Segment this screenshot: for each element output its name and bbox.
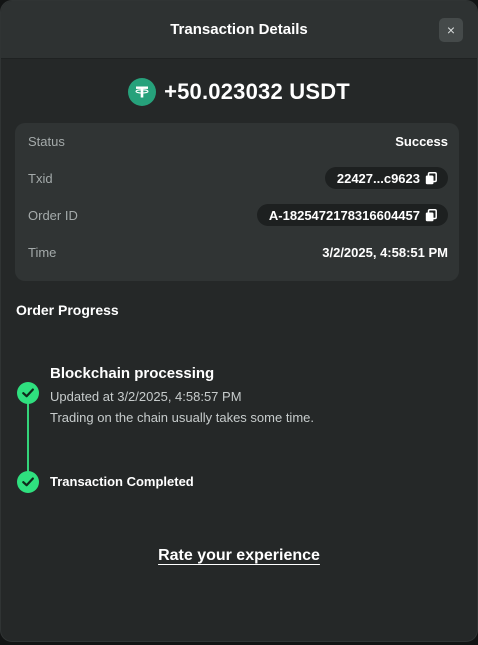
close-button[interactable]: × xyxy=(439,18,463,42)
time-label: Time xyxy=(28,244,57,260)
check-icon xyxy=(17,471,39,493)
check-icon xyxy=(17,382,39,404)
step-updated-time: Updated at 3/2/2025, 4:58:57 PM xyxy=(50,389,242,404)
amount-row: +50.023032 USDT xyxy=(1,78,477,106)
txid-label: Txid xyxy=(28,170,53,186)
details-card: Status Success Txid 22427...c9623 Order … xyxy=(15,123,459,281)
time-row: Time 3/2/2025, 4:58:51 PM xyxy=(28,241,448,263)
txid-value: 22427...c9623 xyxy=(336,170,420,186)
status-label: Status xyxy=(28,133,65,149)
transaction-details-modal: Transaction Details × +50.023032 USDT St… xyxy=(0,0,478,642)
txid-copy-pill[interactable]: 22427...c9623 xyxy=(324,167,448,189)
progress-connector xyxy=(27,393,29,481)
copy-icon[interactable] xyxy=(425,208,437,222)
modal-header: Transaction Details × xyxy=(1,1,477,59)
order-id-row: Order ID A-1825472178316604457 xyxy=(28,204,448,226)
step-note: Trading on the chain usually takes some … xyxy=(50,410,314,425)
modal-title: Transaction Details xyxy=(170,21,308,38)
step-transaction-completed-title: Transaction Completed xyxy=(50,474,194,489)
copy-icon[interactable] xyxy=(425,171,437,185)
order-progress-title: Order Progress xyxy=(16,302,119,318)
amount-value: +50.023032 USDT xyxy=(164,79,350,104)
rate-experience-link[interactable]: Rate your experience xyxy=(158,547,320,564)
tether-icon xyxy=(128,78,157,106)
close-icon: × xyxy=(446,22,456,38)
order-id-label: Order ID xyxy=(28,207,78,223)
rate-experience-row: Rate your experience xyxy=(1,547,477,565)
status-row: Status Success xyxy=(28,130,448,152)
order-id-copy-pill[interactable]: A-1825472178316604457 xyxy=(256,204,448,226)
status-value: Success xyxy=(395,133,448,149)
txid-row: Txid 22427...c9623 xyxy=(28,167,448,189)
step-blockchain-processing-title: Blockchain processing xyxy=(50,365,215,382)
order-id-value: A-1825472178316604457 xyxy=(268,207,420,223)
time-value: 3/2/2025, 4:58:51 PM xyxy=(322,244,448,260)
